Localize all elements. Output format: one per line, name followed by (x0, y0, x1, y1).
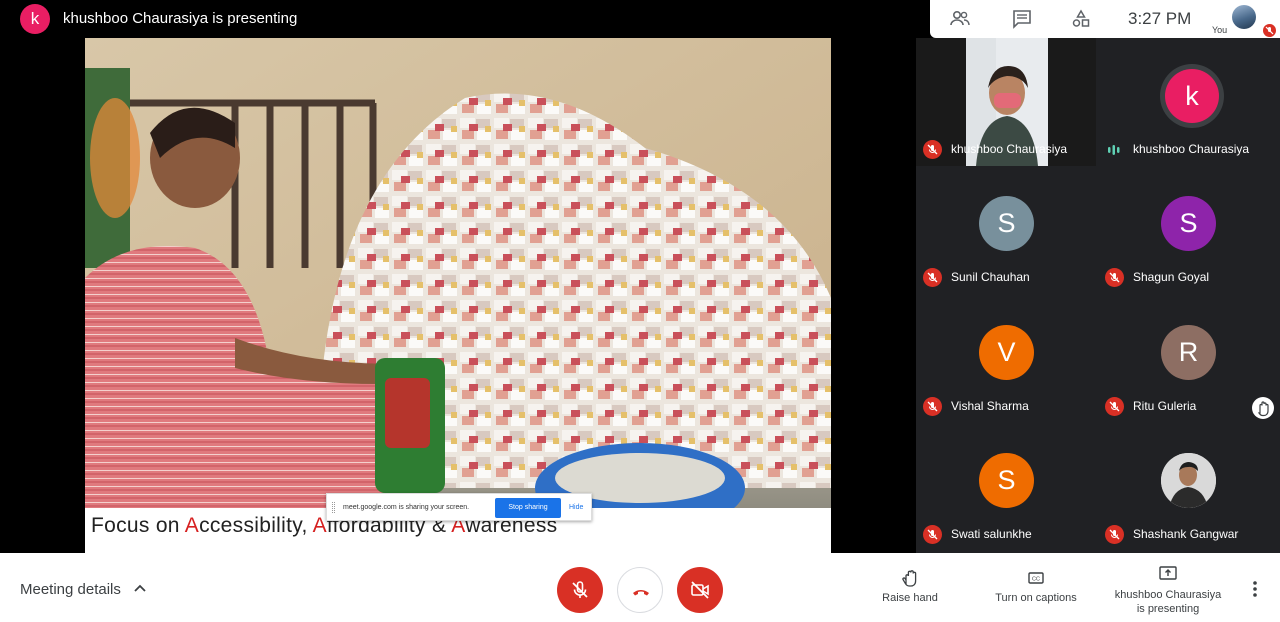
top-right-panel: 3:27 PM You (930, 0, 1280, 38)
mic-off-icon (1105, 397, 1124, 416)
mic-off-icon (923, 397, 942, 416)
participant-tile[interactable]: k khushboo Chaurasiya (1098, 38, 1278, 166)
slide-photo (85, 38, 831, 508)
mic-off-icon (1263, 24, 1276, 37)
raised-hand-icon (1252, 397, 1274, 419)
participant-tile[interactable]: R Ritu Guleria (1098, 295, 1278, 423)
avatar: S (979, 196, 1034, 251)
mic-off-icon (923, 268, 942, 287)
participant-tile[interactable]: V Vishal Sharma (916, 295, 1096, 423)
screen-share-notice: meet.google.com is sharing your screen. … (326, 493, 592, 521)
avatar-ring: k (1160, 64, 1224, 128)
chat-icon[interactable] (1011, 8, 1033, 30)
hide-button[interactable]: Hide (569, 504, 583, 511)
mic-off-icon (1105, 525, 1124, 544)
participant-tile[interactable]: khushboo Chaurasiya (916, 38, 1096, 166)
self-label: You (1212, 25, 1228, 35)
avatar (1161, 453, 1216, 508)
present-screen-icon (1159, 566, 1177, 580)
avatar: R (1161, 325, 1216, 380)
captions-button[interactable]: CC Turn on captions (988, 567, 1084, 604)
self-avatar[interactable] (1232, 5, 1256, 29)
presentation-stage: Focus on Accessibility, Affordability & … (0, 38, 916, 553)
presenter-avatar: k (20, 4, 50, 34)
microphone-toggle-button[interactable] (557, 567, 603, 613)
presentation-status-button[interactable]: khushboo Chaurasiya is presenting (1110, 563, 1226, 616)
presenting-label-line1: khushboo Chaurasiya (1114, 589, 1222, 601)
more-options-icon[interactable] (1246, 577, 1264, 601)
meet-window: k khushboo Chaurasiya is presenting 3:27… (0, 0, 1280, 622)
bottom-bar: Meeting details Raise hand CC Turn on ca… (0, 553, 1280, 622)
top-bar: k khushboo Chaurasiya is presenting 3:27… (0, 0, 1280, 38)
meeting-details-button[interactable]: Meeting details (20, 581, 121, 598)
captions-icon: CC (1028, 572, 1044, 584)
participant-name: Shashank Gangwar (1133, 527, 1239, 541)
avatar: V (979, 325, 1034, 380)
presenting-label-line2: is presenting (1136, 603, 1200, 615)
svg-text:CC: CC (1032, 577, 1040, 583)
participant-name: Vishal Sharma (951, 399, 1029, 413)
camera-off-icon (691, 581, 709, 599)
raise-hand-button[interactable]: Raise hand (872, 567, 948, 604)
share-notice-text: meet.google.com is sharing your screen. (343, 504, 470, 511)
speaking-indicator-icon (1108, 145, 1120, 155)
drag-handle-icon[interactable] (332, 502, 335, 513)
presentation-slide: Focus on Accessibility, Affordability & … (85, 38, 831, 553)
participant-name: Sunil Chauhan (951, 270, 1030, 284)
participant-name: khushboo Chaurasiya (951, 142, 1068, 156)
participant-tile[interactable]: S Swati salunkhe (916, 423, 1096, 551)
participant-tile[interactable]: S Shagun Goyal (1098, 166, 1278, 294)
hang-up-icon (633, 590, 649, 596)
leave-call-button[interactable] (617, 567, 663, 613)
stop-sharing-button[interactable]: Stop sharing (495, 498, 561, 518)
clock: 3:27 PM (1128, 9, 1192, 28)
participant-name: Swati salunkhe (951, 527, 1032, 541)
people-icon[interactable] (949, 8, 971, 30)
participant-tile[interactable]: S Sunil Chauhan (916, 166, 1096, 294)
mic-off-icon (1105, 268, 1124, 287)
activities-icon[interactable] (1070, 8, 1092, 30)
chevron-up-icon[interactable] (133, 583, 147, 593)
avatar: k (1165, 69, 1219, 123)
camera-toggle-button[interactable] (677, 567, 723, 613)
participant-name: Ritu Guleria (1133, 399, 1197, 413)
participant-grid: khushboo Chaurasiya k khushboo Chaurasiy… (916, 38, 1280, 553)
captions-label: Turn on captions (995, 592, 1077, 604)
mic-off-icon (923, 140, 942, 159)
mic-off-icon (572, 581, 588, 598)
participant-name: khushboo Chaurasiya (1133, 142, 1250, 156)
hand-icon (902, 570, 917, 587)
raise-hand-label: Raise hand (882, 592, 938, 604)
presenter-title: khushboo Chaurasiya is presenting (63, 10, 298, 27)
participant-name: Shagun Goyal (1133, 270, 1210, 284)
mic-off-icon (923, 525, 942, 544)
avatar: S (979, 453, 1034, 508)
participant-tile[interactable]: Shashank Gangwar (1098, 423, 1278, 551)
avatar: S (1161, 196, 1216, 251)
